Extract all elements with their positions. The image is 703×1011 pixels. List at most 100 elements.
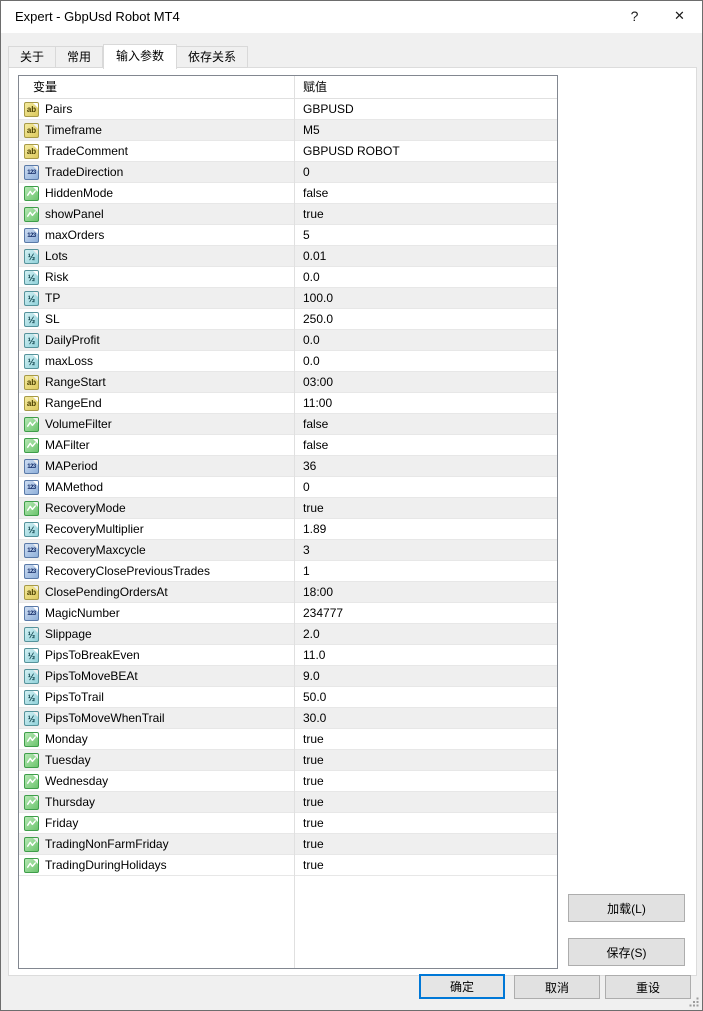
param-value[interactable]: 50.0 — [294, 687, 557, 707]
param-value[interactable]: 0.0 — [294, 330, 557, 350]
table-row[interactable]: abTimeframeM5 — [19, 120, 557, 141]
reset-button[interactable]: 重设 — [605, 975, 691, 999]
table-row[interactable]: TradingNonFarmFriday true — [19, 834, 557, 855]
param-value[interactable]: true — [294, 750, 557, 770]
tab-common[interactable]: 常用 — [56, 46, 103, 68]
param-value[interactable]: false — [294, 183, 557, 203]
param-value[interactable]: 0.0 — [294, 267, 557, 287]
param-value[interactable]: GBPUSD — [294, 99, 557, 119]
param-value[interactable]: GBPUSD ROBOT — [294, 141, 557, 161]
table-row[interactable]: ½Slippage2.0 — [19, 624, 557, 645]
table-row[interactable]: showPaneltrue — [19, 204, 557, 225]
tab-about[interactable]: 关于 — [8, 46, 56, 68]
param-value[interactable]: 0.0 — [294, 351, 557, 371]
param-name-cell: 123maxOrders — [19, 225, 294, 245]
cancel-button[interactable]: 取消 — [514, 975, 600, 999]
param-name: TradingNonFarmFriday — [45, 837, 169, 851]
param-value[interactable]: true — [294, 834, 557, 854]
table-row[interactable]: 123MAMethod0 — [19, 477, 557, 498]
param-value[interactable]: 2.0 — [294, 624, 557, 644]
param-value[interactable]: true — [294, 729, 557, 749]
table-row[interactable]: Mondaytrue — [19, 729, 557, 750]
table-row[interactable]: Thursdaytrue — [19, 792, 557, 813]
table-row[interactable]: abRangeEnd11:00 — [19, 393, 557, 414]
table-row[interactable]: ½PipsToMoveWhenTrail30.0 — [19, 708, 557, 729]
table-row[interactable]: ½Risk0.0 — [19, 267, 557, 288]
param-value[interactable]: 11.0 — [294, 645, 557, 665]
ok-button[interactable]: 确定 — [419, 974, 505, 999]
table-row[interactable]: 123RecoveryClosePreviousTrades1 — [19, 561, 557, 582]
param-value[interactable]: false — [294, 414, 557, 434]
param-value[interactable]: 234777 — [294, 603, 557, 623]
double-type-icon: ½ — [24, 627, 39, 642]
table-row[interactable]: MAFilterfalse — [19, 435, 557, 456]
table-row[interactable]: abTradeCommentGBPUSD ROBOT — [19, 141, 557, 162]
table-row[interactable]: ½DailyProfit0.0 — [19, 330, 557, 351]
param-value[interactable]: 0 — [294, 162, 557, 182]
param-value[interactable]: true — [294, 855, 557, 875]
resize-grip[interactable] — [689, 997, 699, 1007]
table-row[interactable]: HiddenModefalse — [19, 183, 557, 204]
help-button[interactable]: ? — [612, 1, 657, 33]
table-row[interactable]: abRangeStart03:00 — [19, 372, 557, 393]
table-row[interactable]: 123MAPeriod36 — [19, 456, 557, 477]
load-button[interactable]: 加载(L) — [568, 894, 685, 922]
param-name: TradeDirection — [45, 165, 123, 179]
table-row[interactable]: ½SL250.0 — [19, 309, 557, 330]
param-value[interactable]: true — [294, 771, 557, 791]
param-value[interactable]: M5 — [294, 120, 557, 140]
tab-inputs[interactable]: 输入参数 — [103, 44, 177, 69]
table-row[interactable]: ½PipsToMoveBEAt9.0 — [19, 666, 557, 687]
param-value[interactable]: true — [294, 498, 557, 518]
param-value[interactable]: 3 — [294, 540, 557, 560]
param-name: MagicNumber — [45, 606, 120, 620]
table-row[interactable]: Wednesdaytrue — [19, 771, 557, 792]
table-row[interactable]: Fridaytrue — [19, 813, 557, 834]
table-row[interactable]: abClosePendingOrdersAt18:00 — [19, 582, 557, 603]
string-type-icon: ab — [24, 375, 39, 390]
table-row[interactable]: Tuesdaytrue — [19, 750, 557, 771]
param-value[interactable]: true — [294, 204, 557, 224]
param-value[interactable]: 30.0 — [294, 708, 557, 728]
table-row[interactable]: 123TradeDirection0 — [19, 162, 557, 183]
param-value[interactable]: 250.0 — [294, 309, 557, 329]
table-row[interactable]: abPairsGBPUSD — [19, 99, 557, 120]
param-value[interactable]: 0 — [294, 477, 557, 497]
param-value[interactable]: 18:00 — [294, 582, 557, 602]
table-row[interactable]: ½PipsToTrail50.0 — [19, 687, 557, 708]
tab-dependencies[interactable]: 依存关系 — [177, 46, 248, 68]
param-name-cell: 123RecoveryMaxcycle — [19, 540, 294, 560]
table-row[interactable]: ½TP100.0 — [19, 288, 557, 309]
param-value[interactable]: 100.0 — [294, 288, 557, 308]
table-row[interactable]: ½RecoveryMultiplier1.89 — [19, 519, 557, 540]
param-value[interactable]: 03:00 — [294, 372, 557, 392]
param-value[interactable]: 5 — [294, 225, 557, 245]
param-name: TradingDuringHolidays — [45, 858, 167, 872]
param-value[interactable]: true — [294, 792, 557, 812]
param-name-cell: abTradeComment — [19, 141, 294, 161]
param-value[interactable]: 1 — [294, 561, 557, 581]
table-row[interactable]: 123MagicNumber234777 — [19, 603, 557, 624]
table-row[interactable]: TradingDuringHolidays true — [19, 855, 557, 876]
table-row[interactable]: ½maxLoss0.0 — [19, 351, 557, 372]
table-row[interactable]: VolumeFilterfalse — [19, 414, 557, 435]
param-value[interactable]: 9.0 — [294, 666, 557, 686]
param-value[interactable]: 0.01 — [294, 246, 557, 266]
close-button[interactable]: ✕ — [657, 1, 702, 33]
param-value[interactable]: 36 — [294, 456, 557, 476]
param-value[interactable]: 11:00 — [294, 393, 557, 413]
table-row[interactable]: 123maxOrders5 — [19, 225, 557, 246]
bool-type-icon — [24, 774, 39, 789]
title-bar[interactable]: Expert - GbpUsd Robot MT4 ? ✕ — [1, 1, 702, 33]
column-divider[interactable] — [294, 76, 295, 968]
table-row[interactable]: ½Lots0.01 — [19, 246, 557, 267]
param-name-cell: ½Risk — [19, 267, 294, 287]
save-button[interactable]: 保存(S) — [568, 938, 685, 966]
param-value[interactable]: true — [294, 813, 557, 833]
param-value[interactable]: false — [294, 435, 557, 455]
param-value[interactable]: 1.89 — [294, 519, 557, 539]
param-name: Timeframe — [45, 123, 102, 137]
table-row[interactable]: RecoveryModetrue — [19, 498, 557, 519]
table-row[interactable]: ½PipsToBreakEven11.0 — [19, 645, 557, 666]
table-row[interactable]: 123RecoveryMaxcycle3 — [19, 540, 557, 561]
